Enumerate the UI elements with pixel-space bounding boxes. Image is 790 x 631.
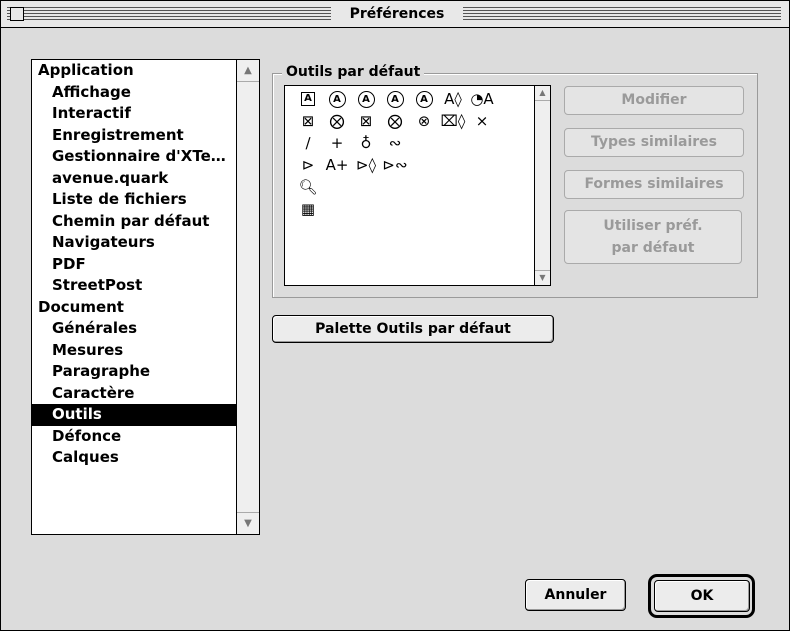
freehand-line-icon-glyph: ∾ bbox=[388, 134, 402, 152]
category-item[interactable]: Outils bbox=[32, 404, 237, 426]
orthogonal-text-path-icon[interactable]: A+ bbox=[324, 154, 350, 176]
tools-list-scrollbar[interactable]: ▲ ▼ bbox=[534, 86, 550, 285]
preferences-window: Préférences Application Affichage Interact… bbox=[0, 0, 790, 631]
palette-outils-button[interactable]: Palette Outils par défaut bbox=[272, 315, 554, 343]
rounded-picture-box-icon[interactable]: ⨂ bbox=[324, 110, 350, 132]
cancel-button[interactable]: Annuler bbox=[525, 579, 626, 611]
bezier-text-path-icon-glyph: ⊳◊ bbox=[356, 156, 376, 174]
scroll-up-arrow-icon[interactable]: ▲ bbox=[237, 60, 259, 82]
category-item[interactable]: Chemin par défaut bbox=[32, 211, 237, 233]
ok-button[interactable]: OK bbox=[654, 580, 750, 612]
bezier-text-box-icon-glyph: A bbox=[415, 90, 433, 108]
category-item[interactable]: Caractère bbox=[32, 383, 237, 405]
freehand-bezier-picture-box-icon-glyph: ⨯ bbox=[475, 112, 489, 130]
types-similaires-button[interactable]: Types similaires bbox=[564, 128, 744, 157]
category-item[interactable]: Application bbox=[32, 60, 237, 82]
title-bar[interactable]: Préférences bbox=[1, 1, 789, 28]
close-box[interactable] bbox=[10, 7, 24, 21]
freehand-text-path-icon-glyph: ⊳∾ bbox=[382, 156, 408, 174]
zoom-tool-icon-glyph: 🔍︎ bbox=[298, 178, 318, 196]
bezier-picture-box-icon[interactable]: ⊗ bbox=[411, 110, 437, 132]
freehand-text-path-icon[interactable]: ⊳∾ bbox=[382, 154, 408, 176]
freehand-bezier-text-box-icon-glyph: ◔A bbox=[470, 90, 494, 108]
freehand-line-icon[interactable]: ∾ bbox=[382, 132, 408, 154]
bezier-picture-box-icon-glyph: ⊗ bbox=[417, 112, 431, 130]
scroll-up-arrow-icon[interactable]: ▲ bbox=[535, 86, 550, 101]
category-item[interactable]: Mesures bbox=[32, 340, 237, 362]
category-item[interactable]: StreetPost bbox=[32, 275, 237, 297]
bezier-line-icon[interactable]: ♁ bbox=[353, 132, 379, 154]
oval-text-box-icon[interactable]: A bbox=[382, 88, 408, 110]
oval-picture-box-icon-glyph: ⨂ bbox=[387, 112, 403, 130]
modifier-button[interactable]: Modifier bbox=[564, 86, 744, 115]
line-tool-icon[interactable]: ∕ bbox=[295, 132, 321, 154]
bezier-text-box-icon[interactable]: A bbox=[411, 88, 437, 110]
bezier-line-icon-glyph: ♁ bbox=[360, 134, 372, 152]
rounded-picture-box-icon-glyph: ⨂ bbox=[329, 112, 345, 130]
category-list-items: Application Affichage Interactif Enregistre… bbox=[32, 60, 237, 534]
rounded-text-box-icon-glyph: A bbox=[328, 90, 346, 108]
rect-text-box-icon[interactable]: A bbox=[295, 88, 321, 110]
window-title: Préférences bbox=[331, 4, 463, 24]
utiliser-pref-line1: Utiliser préf. bbox=[603, 218, 703, 234]
bezier-text-path-icon[interactable]: ⊳◊ bbox=[353, 154, 379, 176]
tools-group-label: Outils par défaut bbox=[282, 63, 425, 81]
orthogonal-line-icon-glyph: + bbox=[330, 134, 344, 152]
category-item[interactable]: Liste de fichiers bbox=[32, 189, 237, 211]
line-tool-icon-glyph: ∕ bbox=[305, 134, 311, 152]
orthogonal-text-path-icon-glyph: A+ bbox=[325, 156, 349, 174]
utiliser-pref-defaut-button[interactable]: Utiliser préf. par défaut bbox=[564, 210, 742, 264]
category-list-scrollbar[interactable]: ▲ ▼ bbox=[236, 60, 259, 534]
rect-picture-box-icon[interactable]: ⊠ bbox=[295, 110, 321, 132]
category-item[interactable]: Défonce bbox=[32, 426, 237, 448]
rect-picture-box-icon-glyph: ⊠ bbox=[301, 112, 315, 130]
oval-picture-box-icon[interactable]: ⨂ bbox=[382, 110, 408, 132]
title-bar-stripes-left bbox=[7, 7, 331, 21]
freehand-bezier-text-box-icon[interactable]: ◔A bbox=[469, 88, 495, 110]
utiliser-pref-line2: par défaut bbox=[611, 240, 695, 256]
category-item[interactable]: Générales bbox=[32, 318, 237, 340]
line-text-path-icon-glyph: ⊳ bbox=[301, 156, 315, 174]
freehand-bezier-picture-box-icon[interactable]: ⨯ bbox=[469, 110, 495, 132]
tools-list[interactable]: A A A A A A◊ ◔A ⊠ ⨂ ⊠ ⨂ ⊗ ⌧◊ ⨯ ∕ + ♁ ∾ ⊳ A+ ⊳◊ ⊳∾ 🔍︎ ▦ ▲ ▼ bbox=[284, 85, 551, 286]
formes-similaires-button[interactable]: Formes similaires bbox=[564, 170, 744, 199]
category-list[interactable]: Application Affichage Interactif Enregistre… bbox=[31, 59, 260, 535]
table-tool-icon[interactable]: ▦ bbox=[295, 198, 321, 220]
scroll-down-arrow-icon[interactable]: ▼ bbox=[535, 270, 550, 285]
line-text-path-icon[interactable]: ⊳ bbox=[295, 154, 321, 176]
category-item[interactable]: PDF bbox=[32, 254, 237, 276]
concave-text-box-icon-glyph: A bbox=[357, 90, 375, 108]
category-item[interactable]: Enregistrement bbox=[32, 125, 237, 147]
concave-text-box-icon[interactable]: A bbox=[353, 88, 379, 110]
category-item[interactable]: Document bbox=[32, 297, 237, 319]
table-tool-icon-glyph: ▦ bbox=[300, 200, 316, 218]
rect-text-box-icon-glyph: A bbox=[301, 92, 315, 106]
freehand-picture-box-icon-glyph: ⌧◊ bbox=[440, 112, 466, 130]
orthogonal-line-icon[interactable]: + bbox=[324, 132, 350, 154]
category-item[interactable]: Navigateurs bbox=[32, 232, 237, 254]
category-item[interactable]: Calques bbox=[32, 447, 237, 469]
tools-grid: A A A A A A◊ ◔A ⊠ ⨂ ⊠ ⨂ ⊗ ⌧◊ ⨯ ∕ + ♁ ∾ ⊳ A+ ⊳◊ ⊳∾ 🔍︎ ▦ bbox=[285, 86, 529, 285]
category-item[interactable]: Gestionnaire d'XTe… bbox=[32, 146, 237, 168]
category-item[interactable]: Affichage bbox=[32, 82, 237, 104]
scroll-down-arrow-icon[interactable]: ▼ bbox=[237, 512, 259, 534]
category-item[interactable]: Interactif bbox=[32, 103, 237, 125]
rounded-text-box-icon[interactable]: A bbox=[324, 88, 350, 110]
freehand-text-box-icon-glyph: A◊ bbox=[444, 90, 462, 108]
oval-text-box-icon-glyph: A bbox=[386, 90, 404, 108]
freehand-picture-box-icon[interactable]: ⌧◊ bbox=[440, 110, 466, 132]
concave-picture-box-icon-glyph: ⊠ bbox=[359, 112, 373, 130]
category-item[interactable]: avenue.quark bbox=[32, 168, 237, 190]
title-bar-stripes-right bbox=[463, 7, 781, 21]
zoom-tool-icon[interactable]: 🔍︎ bbox=[295, 176, 321, 198]
category-item[interactable]: Paragraphe bbox=[32, 361, 237, 383]
concave-picture-box-icon[interactable]: ⊠ bbox=[353, 110, 379, 132]
freehand-text-box-icon[interactable]: A◊ bbox=[440, 88, 466, 110]
